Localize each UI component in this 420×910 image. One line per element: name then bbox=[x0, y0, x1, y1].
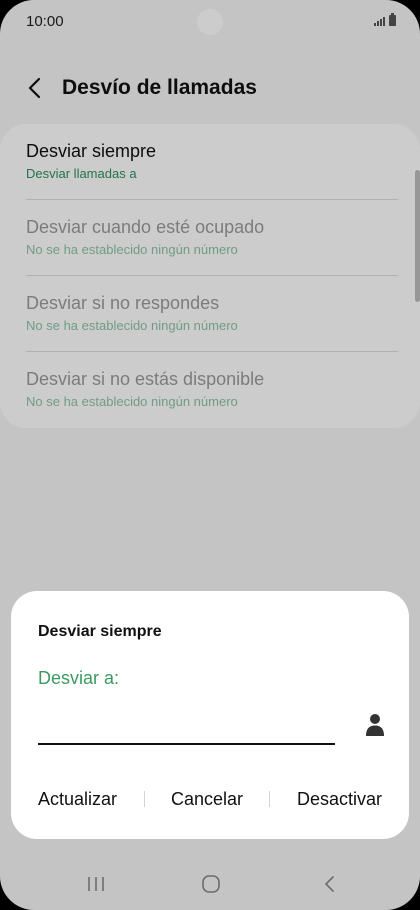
setting-forward-unreachable[interactable]: Desviar si no estás disponible No se ha … bbox=[26, 352, 398, 428]
setting-subtitle: No se ha establecido ningún número bbox=[26, 242, 238, 257]
setting-title: Desviar siempre bbox=[26, 141, 157, 161]
setting-title: Desviar cuando esté ocupado bbox=[26, 217, 265, 237]
home-icon[interactable] bbox=[199, 874, 223, 894]
navigation-bar bbox=[0, 858, 420, 910]
setting-subtitle: No se ha establecido ningún número bbox=[26, 394, 238, 409]
setting-title: Desviar si no respondes bbox=[26, 293, 220, 313]
setting-title: Desviar si no estás disponible bbox=[26, 369, 265, 389]
setting-forward-busy[interactable]: Desviar cuando esté ocupado No se ha est… bbox=[26, 200, 398, 276]
back-icon[interactable] bbox=[318, 874, 342, 894]
person-icon[interactable] bbox=[363, 712, 387, 738]
dialog-title: Desviar siempre bbox=[38, 623, 162, 640]
phone-screen: 10:00 Desvío de llamadas Desviar siempre… bbox=[0, 0, 420, 910]
back-arrow-icon[interactable] bbox=[24, 76, 46, 100]
app-header: Desvío de llamadas bbox=[0, 70, 420, 106]
battery-icon bbox=[389, 13, 396, 26]
setting-subtitle: Desviar llamadas a bbox=[26, 166, 137, 181]
signal-icon bbox=[374, 17, 385, 26]
dialog-actions: Actualizar Cancelar Desactivar bbox=[38, 787, 382, 811]
action-separator bbox=[269, 791, 271, 807]
forward-to-label: Desviar a: bbox=[38, 668, 120, 688]
action-separator bbox=[143, 791, 145, 807]
update-button[interactable]: Actualizar bbox=[38, 789, 117, 810]
status-icons bbox=[374, 13, 396, 26]
forward-number-input[interactable] bbox=[38, 709, 335, 745]
status-time: 10:00 bbox=[26, 13, 64, 30]
scrollbar[interactable] bbox=[415, 170, 420, 302]
setting-forward-always[interactable]: Desviar siempre Desviar llamadas a bbox=[26, 124, 398, 200]
recent-apps-icon[interactable] bbox=[84, 874, 108, 894]
forward-dialog: Desviar siempre Desviar a: Actualizar Ca… bbox=[11, 591, 409, 839]
deactivate-button[interactable]: Desactivar bbox=[297, 789, 382, 810]
settings-list: Desviar siempre Desviar llamadas a Desvi… bbox=[0, 124, 420, 428]
setting-subtitle: No se ha establecido ningún número bbox=[26, 318, 238, 333]
cancel-button[interactable]: Cancelar bbox=[171, 789, 243, 810]
status-bar: 10:00 bbox=[0, 0, 420, 44]
page-title: Desvío de llamadas bbox=[62, 76, 257, 99]
setting-forward-no-answer[interactable]: Desviar si no respondes No se ha estable… bbox=[26, 276, 398, 352]
camera-cutout bbox=[197, 9, 223, 35]
